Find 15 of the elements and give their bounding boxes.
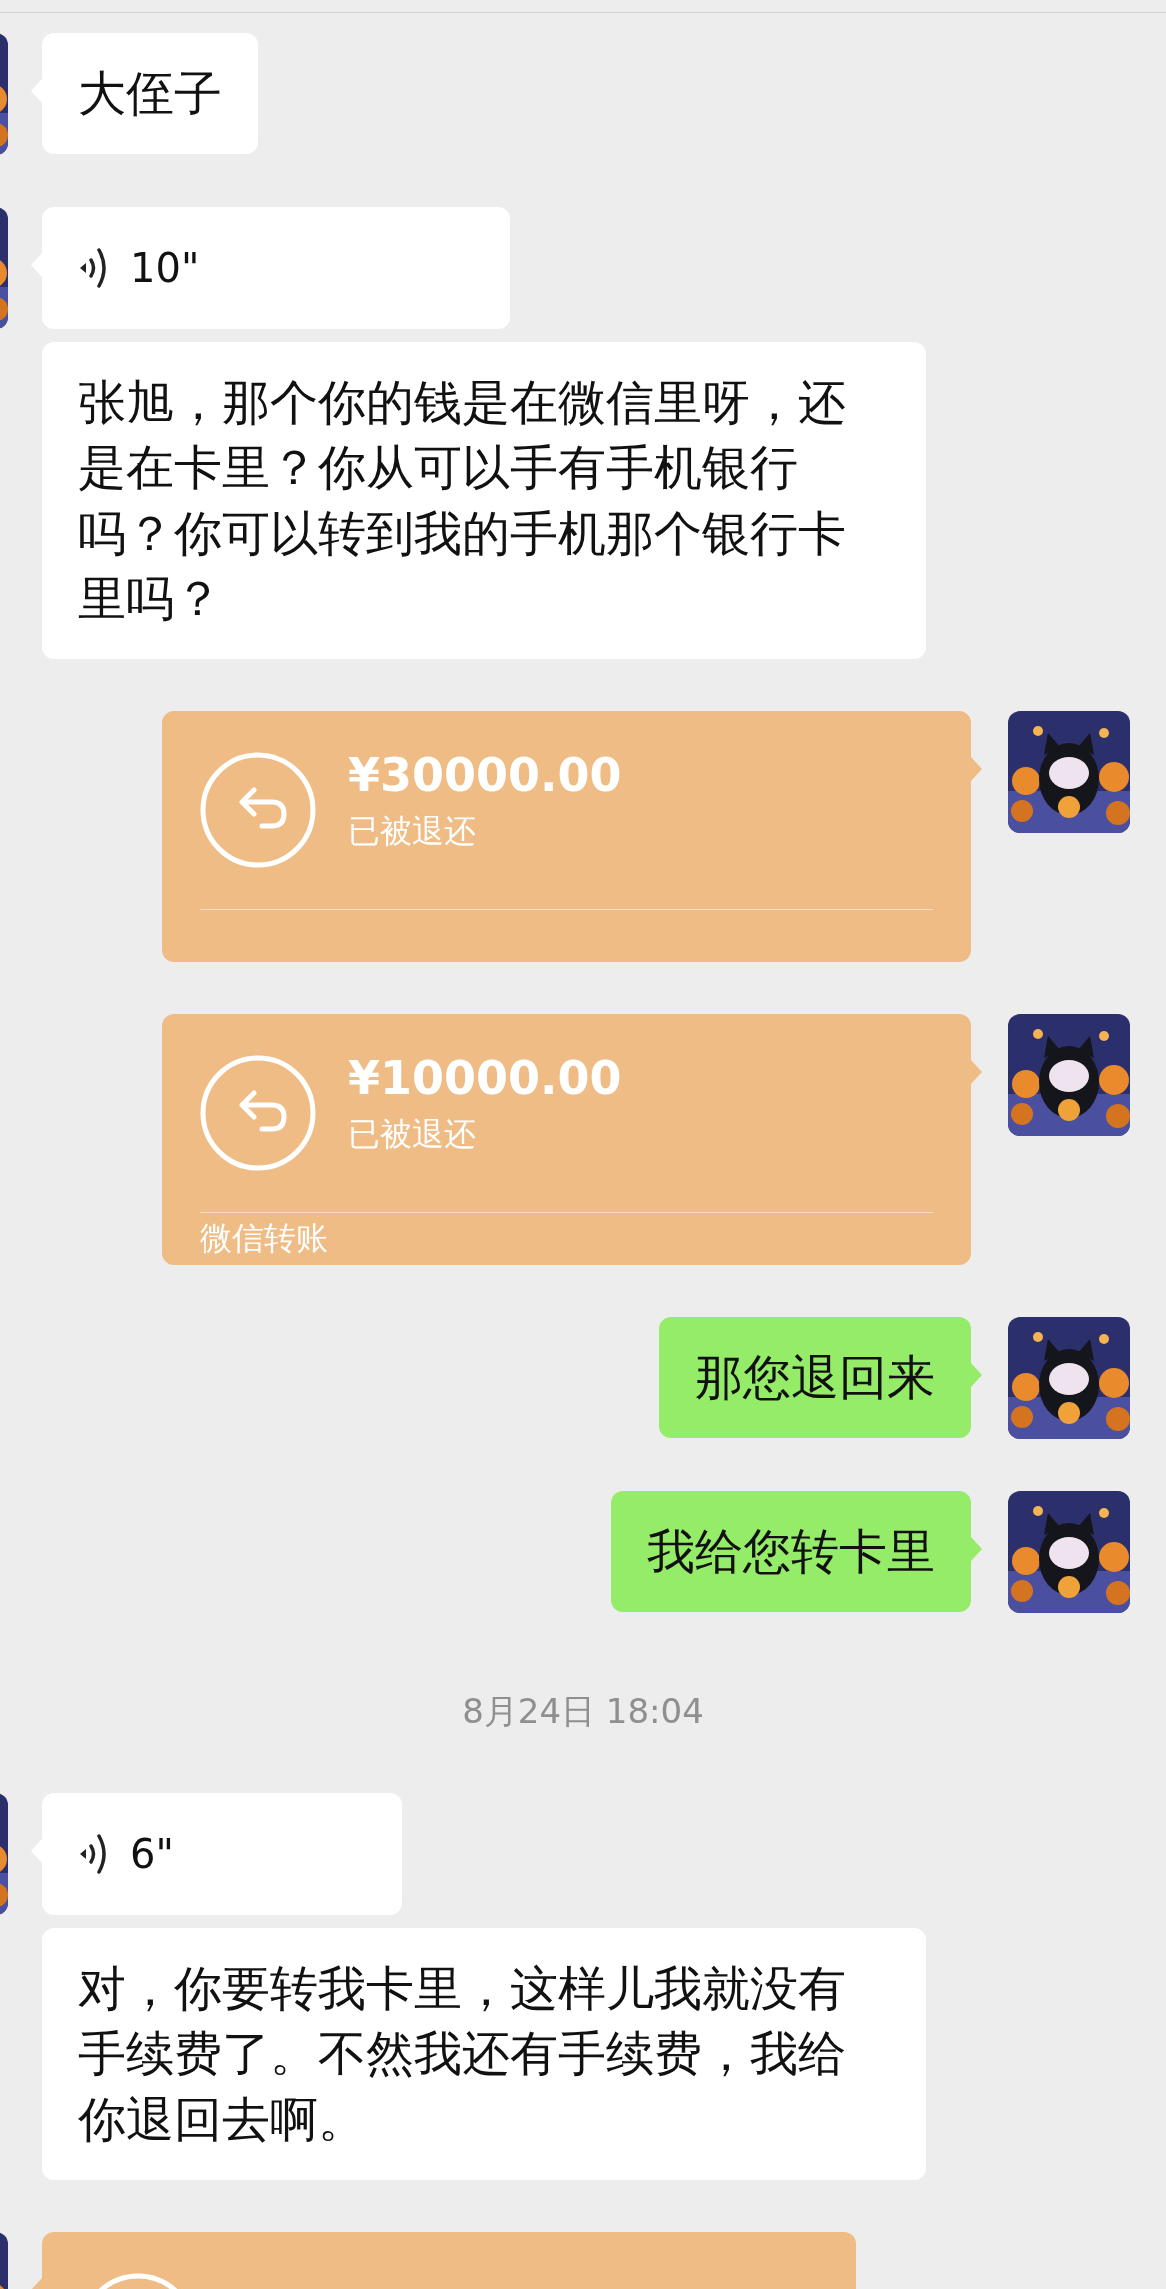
transfer-status: 已被退还 (348, 811, 477, 853)
voice-message[interactable]: 10" (42, 207, 510, 329)
voice-duration: 10" (130, 245, 200, 291)
voice-message[interactable]: 6" (42, 1793, 402, 1916)
message-bubble: 大侄子 (42, 33, 258, 155)
voice-duration: 6" (130, 1831, 174, 1878)
message-bubble: 那您退回来 (659, 1317, 971, 1439)
message-bubble: 对，你要转我卡里，这样儿我就没有手续费了。不然我还有手续费，我给你退回去啊。 (42, 1928, 926, 2180)
timestamp: 8月24日 18:04 (462, 1690, 704, 1734)
transfer-label: 微信转账 (200, 1218, 328, 1260)
message-bubble: 我给您转卡里 (611, 1491, 971, 1613)
transfer-status: 已被退还 (348, 1114, 477, 1156)
message-bubble: 张旭，那个你的钱是在微信里呀，还是在卡里？你从可以手有手机银行吗？你可以转到我的手机那个银行卡里吗？ (42, 342, 926, 660)
transfer-amount: ¥30000.00 (348, 748, 622, 803)
transfer-amount: ¥10000.00 (348, 1051, 622, 1106)
